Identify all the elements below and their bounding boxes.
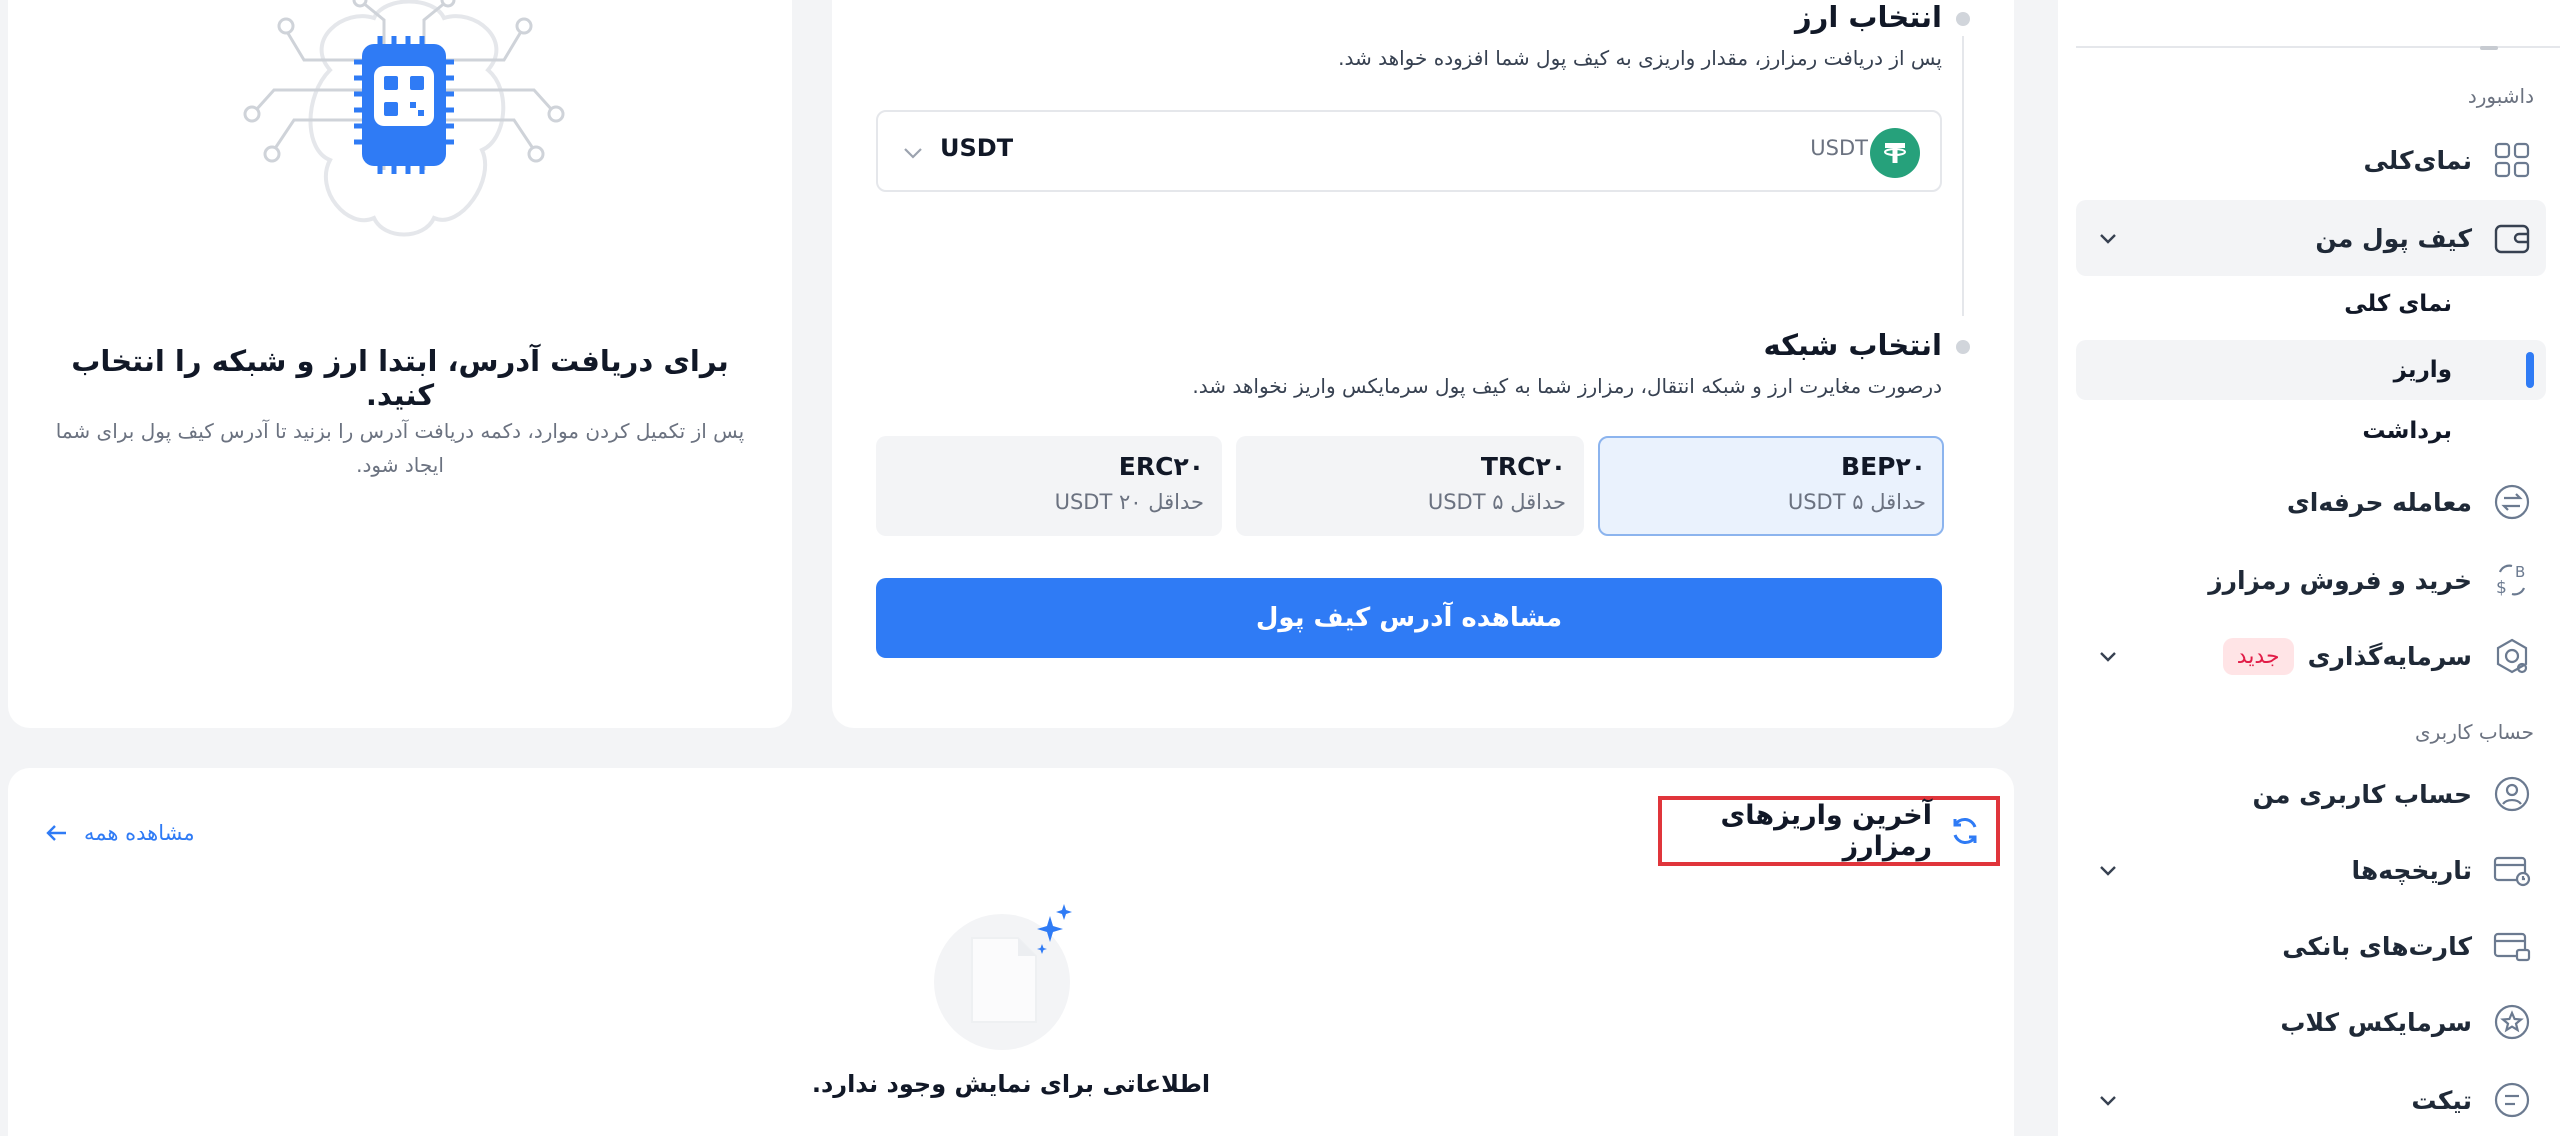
sidebar-item-label: حساب کاربری من <box>2252 779 2472 809</box>
currency-step-title: انتخاب ارز <box>1794 0 1942 34</box>
empty-document-icon <box>932 900 1082 1050</box>
section-dashboard: داشبورد <box>2467 84 2534 108</box>
new-badge: جدید <box>2222 637 2294 675</box>
chevron-down-icon[interactable] <box>2094 642 2122 670</box>
network-minimum: حداقل ۲۰ USDT <box>1054 490 1204 514</box>
investment-icon <box>2492 636 2532 676</box>
recent-deposits-title: آخرین واریزهای رمزارز <box>1720 800 1932 862</box>
address-hint-title: برای دریافت آدرس، ابتدا ارز و شبکه را ان… <box>71 344 729 412</box>
star-badge-icon <box>2492 1002 2532 1042</box>
refresh-icon[interactable] <box>1948 814 1982 848</box>
deposit-form: انتخاب ارز پس از دریافت رمزارز، مقدار وا… <box>832 0 2014 728</box>
network-name: TRC۲۰ <box>1480 452 1566 481</box>
sidebar-item-label: تاریخچه‌ها <box>2351 855 2472 885</box>
address-hint-panel: برای دریافت آدرس، ابتدا ارز و شبکه را ان… <box>8 0 792 728</box>
step-connector <box>1962 36 1964 316</box>
sidebar-item-ticket[interactable]: تیکت <box>2076 1062 2546 1136</box>
empty-state-text: اطلاعاتی برای نمایش وجود ندارد. <box>811 1070 1211 1098</box>
network-step-title: انتخاب شبکه <box>1763 328 1942 362</box>
sidebar-item-buy-sell[interactable]: خرید و فروش رمزارز $ B <box>2076 542 2546 618</box>
view-wallet-address-button[interactable]: مشاهده آدرس کیف پول <box>876 578 1942 658</box>
sidebar-subitem-withdraw[interactable]: برداشت <box>2076 401 2546 461</box>
network-name: ERC۲۰ <box>1118 452 1204 481</box>
exchange-icon <box>2492 482 2532 522</box>
network-name: BEP۲۰ <box>1841 452 1926 481</box>
sidebar-subitem-overview[interactable]: نمای کلی <box>2076 274 2546 334</box>
grid-icon <box>2492 140 2532 180</box>
sidebar-subitem-deposit[interactable]: واریز <box>2076 340 2546 400</box>
svg-text:$: $ <box>2496 578 2507 598</box>
sidebar-item-label: سرمایه‌گذاری <box>2307 641 2472 671</box>
sidebar-item-investment[interactable]: جدید سرمایه‌گذاری <box>2076 618 2546 694</box>
sidebar-subitem-label: نمای کلی <box>2344 291 2452 317</box>
view-all-label: مشاهده همه <box>84 821 195 845</box>
sidebar-item-pro-trade[interactable]: معامله حرفه‌ای <box>2076 464 2546 540</box>
sidebar-item-label: کیف پول من <box>2315 223 2472 253</box>
sidebar: داشبورد نمای‌کلی کیف پول من نمای کلی وار… <box>2058 0 2560 1136</box>
user-icon <box>2492 774 2532 814</box>
network-minimum: حداقل ۵ USDT <box>1427 490 1566 514</box>
network-option-trc20[interactable]: TRC۲۰ حداقل ۵ USDT <box>1236 436 1584 536</box>
sidebar-item-bank-cards[interactable]: کارت‌های بانکی <box>2076 908 2546 984</box>
sidebar-item-label: تیکت <box>2411 1085 2472 1115</box>
bank-card-icon <box>2492 926 2532 966</box>
step-dot <box>1956 340 1970 354</box>
sidebar-item-label: معامله حرفه‌ای <box>2286 487 2472 517</box>
chevron-down-icon <box>898 138 928 168</box>
section-account: حساب کاربری <box>2414 720 2534 744</box>
sidebar-item-my-account[interactable]: حساب کاربری من <box>2076 756 2546 832</box>
sidebar-item-overview[interactable]: نمای‌کلی <box>2076 122 2546 198</box>
sidebar-item-label: نمای‌کلی <box>2363 145 2472 175</box>
svg-text:B: B <box>2515 563 2525 581</box>
sidebar-item-history[interactable]: تاریخچه‌ها <box>2076 832 2546 908</box>
currency-select[interactable]: USDT USDT <box>876 110 1942 192</box>
wallet-icon <box>2492 218 2532 258</box>
sidebar-item-club[interactable]: سرمایکس کلاب <box>2076 984 2546 1060</box>
swap-currency-icon: $ B <box>2492 560 2532 600</box>
network-option-erc20[interactable]: ERC۲۰ حداقل ۲۰ USDT <box>876 436 1222 536</box>
arrow-left-icon <box>44 820 70 846</box>
currency-step-description: پس از دریافت رمزارز، مقدار واریزی به کیف… <box>1338 46 1942 70</box>
network-step-description: درصورت مغایرت ارز و شبکه انتقال، رمزارز … <box>1192 374 1942 398</box>
network-minimum: حداقل ۵ USDT <box>1787 490 1926 514</box>
currency-code-label: USDT <box>1810 136 1868 160</box>
tether-icon <box>1870 128 1920 178</box>
sidebar-item-label: سرمایکس کلاب <box>2280 1007 2472 1037</box>
chevron-down-icon[interactable] <box>2094 856 2122 884</box>
sidebar-item-label: خرید و فروش رمزارز <box>2208 565 2472 595</box>
view-all-link[interactable]: مشاهده همه <box>44 820 195 846</box>
active-indicator <box>2526 352 2534 388</box>
ticket-icon <box>2492 1080 2532 1120</box>
sidebar-item-wallet[interactable]: کیف پول من <box>2076 200 2546 276</box>
sidebar-subitem-label: واریز <box>2393 357 2452 383</box>
network-option-bep20[interactable]: BEP۲۰ حداقل ۵ USDT <box>1598 436 1944 536</box>
sidebar-item-label: کارت‌های بانکی <box>2282 931 2472 961</box>
step-dot <box>1956 12 1970 26</box>
sidebar-scroll-knob <box>2480 46 2498 50</box>
chip-qr-illustration <box>234 0 574 245</box>
chevron-down-icon[interactable] <box>2094 1086 2122 1114</box>
sidebar-subitem-label: برداشت <box>2362 418 2452 444</box>
sidebar-divider <box>2076 46 2560 50</box>
history-card-icon <box>2492 850 2532 890</box>
address-hint-description: پس از تکمیل کردن موارد، دکمه دریافت آدرس… <box>55 419 745 477</box>
chevron-down-icon[interactable] <box>2094 224 2122 252</box>
currency-select-value: USDT <box>940 134 1014 162</box>
recent-deposits-header: آخرین واریزهای رمزارز <box>1658 796 2000 866</box>
recent-deposits-panel: آخرین واریزهای رمزارز مشاهده همه اطلاعات… <box>8 768 2014 1136</box>
